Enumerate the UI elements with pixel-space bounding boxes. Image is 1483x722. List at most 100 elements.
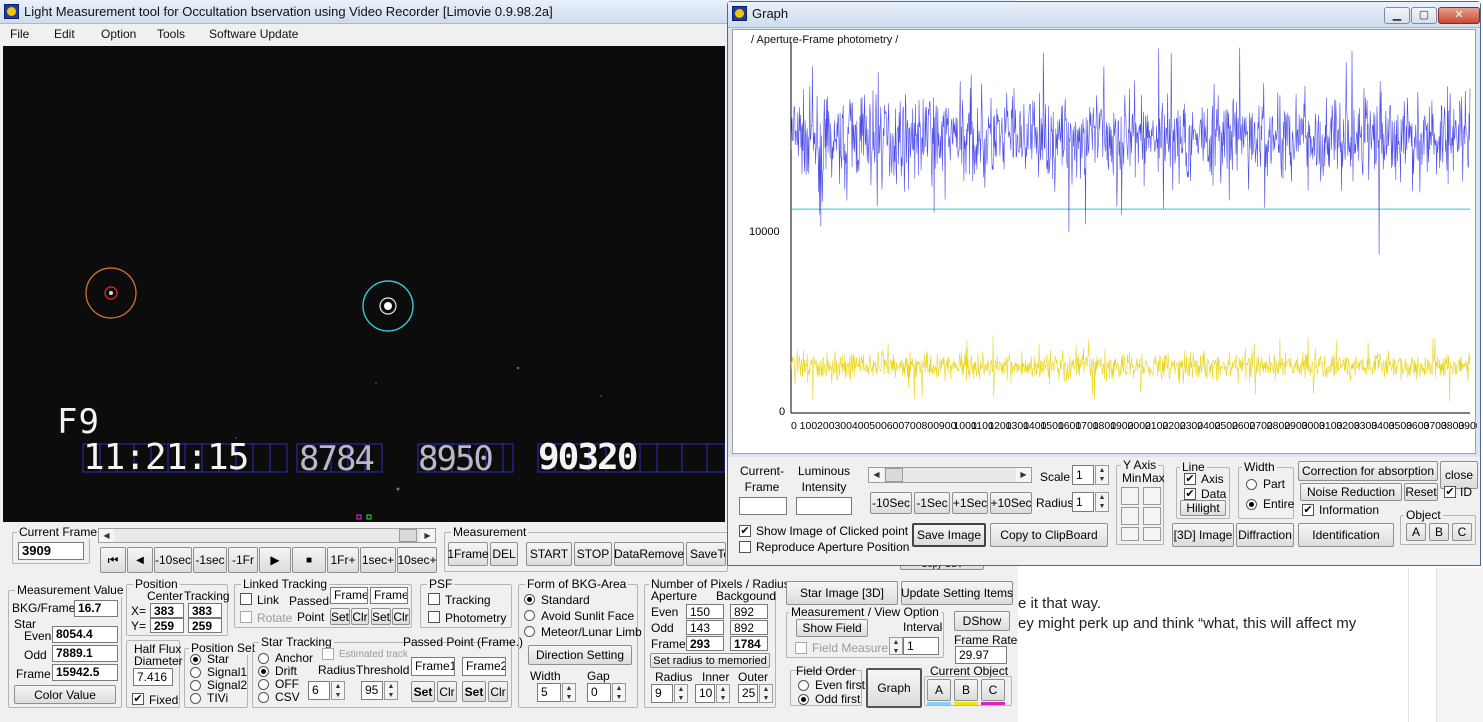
linked-clr1-button[interactable]: Clr	[351, 608, 369, 625]
current-object-b-button[interactable]: B	[954, 679, 978, 701]
seek-thumb[interactable]	[399, 529, 417, 542]
frame-seek-bar[interactable]: ◀ ▶	[98, 528, 436, 543]
dshow-button[interactable]: DShow	[954, 611, 1010, 631]
inner-radius-field[interactable]: 10	[695, 684, 715, 703]
bkg-width-spinner[interactable]: ▲ ▼	[562, 683, 576, 702]
inner-radius-spinner[interactable]: ▲ ▼	[716, 684, 730, 703]
interval-spinner[interactable]: ▲ ▼	[889, 637, 903, 655]
play-button[interactable]: ▶	[259, 547, 291, 573]
menu-file[interactable]: File	[10, 27, 29, 41]
reset-button[interactable]: Reset	[1404, 483, 1438, 501]
close-graph-button[interactable]: close	[1440, 461, 1478, 489]
linked-set1-button[interactable]: Set	[330, 608, 350, 625]
outer-radius-spinner[interactable]: ▲ ▼	[759, 684, 773, 703]
field-measure-checkbox[interactable]	[795, 642, 807, 654]
set-radius-memoried-button[interactable]: Set radius to memoried	[650, 653, 770, 668]
tracking-radius-field[interactable]: 6	[308, 681, 330, 700]
bkg-gap-field[interactable]: 0	[587, 683, 611, 702]
position-set-signal2-radio[interactable]	[190, 680, 201, 691]
first-frame-button[interactable]: ⏮	[100, 547, 126, 573]
radius-spinner[interactable]: ▲ ▼	[1095, 492, 1109, 512]
y-max-up[interactable]	[1143, 487, 1161, 505]
data-checkbox[interactable]: ✔	[1184, 488, 1196, 500]
graph-button[interactable]: Graph	[866, 668, 922, 708]
seek-left-arrow[interactable]: ◀	[99, 529, 114, 542]
menu-option[interactable]: Option	[101, 27, 136, 41]
part-radio[interactable]	[1246, 479, 1257, 490]
threshold-field[interactable]: 95	[361, 681, 383, 700]
radius-field[interactable]: 1	[1072, 492, 1094, 512]
graph-scroll-left[interactable]: ◀	[869, 468, 884, 482]
graph-plus-10sec-button[interactable]: +10Sec	[990, 492, 1032, 514]
information-checkbox[interactable]: ✔	[1302, 504, 1314, 516]
passed-clr1-button[interactable]: Clr	[437, 681, 457, 702]
image-3d-button[interactable]: [3D] Image	[1172, 523, 1234, 547]
position-set-star-radio[interactable]	[190, 654, 201, 665]
passed-frame1-field[interactable]: Frame1	[411, 657, 455, 676]
bkg-gap-spinner[interactable]: ▲ ▼	[612, 683, 626, 702]
graph-luminous-field[interactable]	[796, 497, 852, 515]
scale-spinner[interactable]: ▲ ▼	[1095, 465, 1109, 485]
menu-software-update[interactable]: Software Update	[209, 27, 298, 41]
off-radio[interactable]	[258, 679, 269, 690]
y-min-down[interactable]	[1121, 507, 1139, 525]
object-b-button[interactable]: B	[1429, 523, 1449, 541]
psf-photometry-checkbox[interactable]	[428, 611, 440, 623]
tracking-radius-spinner[interactable]: ▲ ▼	[331, 681, 345, 700]
linked-set2-button[interactable]: Set	[371, 608, 391, 625]
graph-scroll-thumb[interactable]	[885, 468, 903, 482]
graph-panel[interactable]: / Aperture-Frame photometry / 10000 0 01…	[732, 29, 1477, 454]
save-image-button[interactable]: Save Image	[912, 523, 986, 547]
star-image-3d-button[interactable]: Star Image [3D]	[786, 581, 898, 605]
y-max-extra[interactable]	[1143, 527, 1161, 541]
show-field-button[interactable]: Show Field	[796, 619, 868, 637]
aperture-radius-spinner[interactable]: ▲ ▼	[674, 684, 688, 703]
plus-1frame-button[interactable]: 1Fr+	[327, 547, 359, 573]
y-min-up[interactable]	[1121, 487, 1139, 505]
passed-set1-button[interactable]: Set	[411, 681, 435, 702]
rotate-checkbox[interactable]	[240, 611, 252, 623]
plus-1sec-button[interactable]: 1sec+	[360, 547, 396, 573]
object-a-button[interactable]: A	[1406, 523, 1426, 541]
object-c-button[interactable]: C	[1452, 523, 1472, 541]
color-value-button[interactable]: Color Value	[14, 685, 116, 704]
graph-scroll-bar[interactable]: ◀ ▶	[868, 467, 1032, 483]
data-remove-button[interactable]: DataRemove	[614, 542, 684, 566]
seek-right-arrow[interactable]: ▶	[420, 529, 435, 542]
csv-radio[interactable]	[258, 692, 269, 703]
menu-edit[interactable]: Edit	[54, 27, 75, 41]
copy-clipboard-button[interactable]: Copy to ClipBoard	[990, 523, 1108, 547]
noise-reduction-button[interactable]: Noise Reduction	[1300, 483, 1402, 501]
graph-minus-1sec-button[interactable]: -1Sec	[914, 492, 950, 514]
anchor-radio[interactable]	[258, 653, 269, 664]
show-image-checkbox[interactable]: ✔	[739, 525, 751, 537]
id-checkbox[interactable]: ✔	[1444, 486, 1456, 498]
bkg-meteor-radio[interactable]	[524, 626, 535, 637]
drift-radio[interactable]	[258, 666, 269, 677]
linked-clr2-button[interactable]: Clr	[392, 608, 410, 625]
reproduce-aperture-checkbox[interactable]	[739, 541, 751, 553]
current-object-a-button[interactable]: A	[927, 679, 951, 701]
graph-minus-10sec-button[interactable]: -10Sec	[870, 492, 912, 514]
aperture-radius-field[interactable]: 9	[651, 684, 673, 703]
one-frame-button[interactable]: 1Frame	[447, 542, 489, 566]
current-object-c-button[interactable]: C	[981, 679, 1005, 701]
plus-10sec-button[interactable]: 10sec+	[397, 547, 437, 573]
close-window-icon[interactable]: ✕	[1438, 7, 1480, 24]
delete-button[interactable]: DEL	[490, 542, 518, 566]
menu-tools[interactable]: Tools	[157, 27, 185, 41]
bkg-width-field[interactable]: 5	[537, 683, 561, 702]
linked-frame1-field[interactable]: Frame1	[330, 587, 368, 604]
prev-button[interactable]: ◀	[127, 547, 153, 573]
passed-clr2-button[interactable]: Clr	[488, 681, 508, 702]
video-frame[interactable]: F9 11:21:15 8784 8950 90320	[3, 46, 725, 522]
position-set-tivi-radio[interactable]	[190, 693, 201, 704]
update-setting-items-button[interactable]: Update Setting Items	[901, 581, 1013, 605]
outer-radius-field[interactable]: 25	[738, 684, 758, 703]
y-max-down[interactable]	[1143, 507, 1161, 525]
threshold-spinner[interactable]: ▲ ▼	[384, 681, 398, 700]
entire-radio[interactable]	[1246, 499, 1257, 510]
psf-tracking-checkbox[interactable]	[428, 593, 440, 605]
start-button[interactable]: START	[526, 542, 572, 566]
maximize-icon[interactable]: ▢	[1411, 7, 1437, 24]
